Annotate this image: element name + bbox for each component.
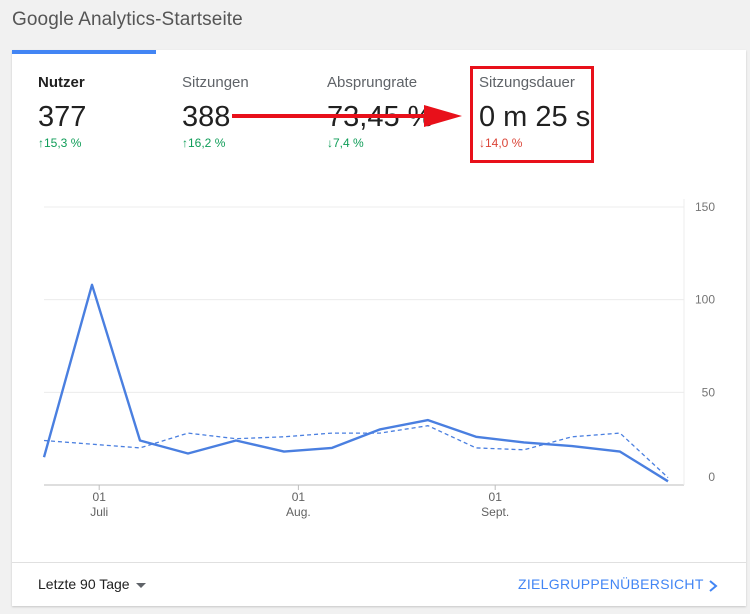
- footer-divider: [12, 562, 746, 563]
- primary-series-line: [42, 283, 669, 483]
- x-tick-label: 01: [93, 490, 107, 504]
- y-tick-label: 50: [702, 385, 716, 399]
- x-tick-label: Juli: [90, 505, 108, 519]
- y-tick-label: 150: [695, 200, 715, 214]
- y-tick-label: 100: [695, 293, 715, 307]
- page-title: Google Analytics-Startseite: [12, 9, 243, 30]
- caret-down-icon: [135, 582, 146, 588]
- sessions-line-chart: 15010050001Juli01Aug.01Sept.: [42, 199, 716, 519]
- x-tick-label: 01: [489, 490, 503, 504]
- x-tick-label: 01: [292, 490, 306, 504]
- chevron-right-icon[interactable]: [708, 579, 718, 593]
- overview-card: Nutzer 377 ↑15,3 % Sitzungen 388 ↑16,2 %…: [12, 50, 746, 606]
- analytics-home-page: Google Analytics-Startseite Nutzer 377 ↑…: [0, 0, 750, 614]
- date-range-dropdown[interactable]: Letzte 90 Tage: [38, 576, 146, 592]
- date-range-label: Letzte 90 Tage: [38, 576, 130, 592]
- x-tick-label: Sept.: [481, 505, 509, 519]
- audience-overview-link[interactable]: ZIELGRUPPENÜBERSICHT: [518, 576, 704, 592]
- y-tick-label: 0: [708, 470, 715, 484]
- x-tick-label: Aug.: [286, 505, 311, 519]
